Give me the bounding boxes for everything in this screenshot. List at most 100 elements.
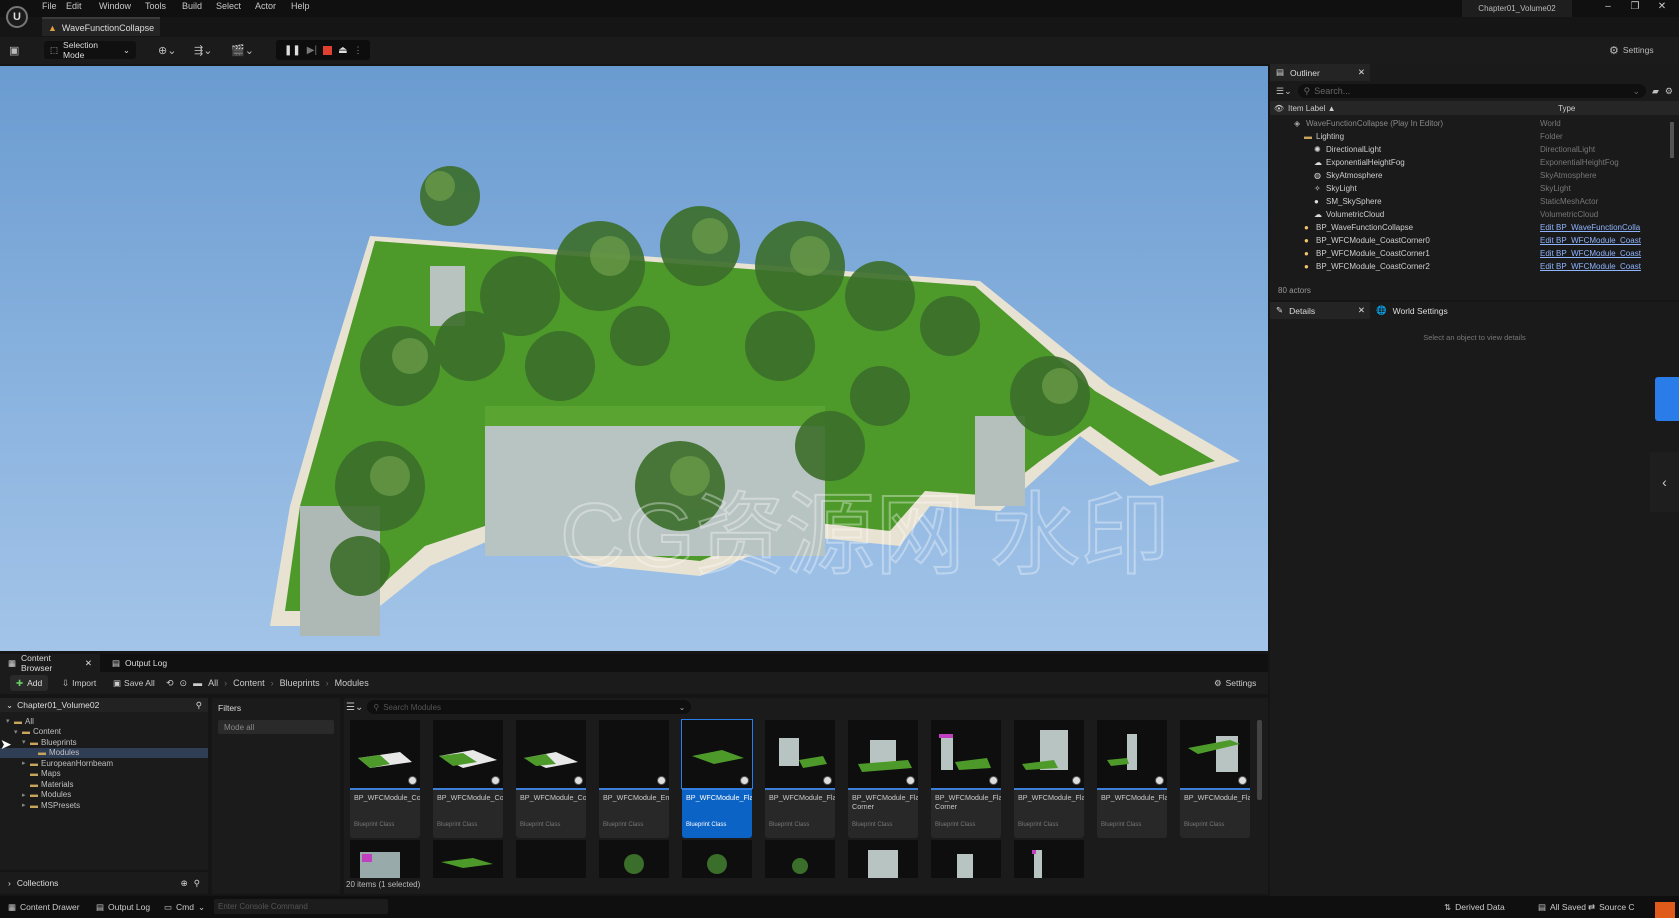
side-panel-tab[interactable]	[1655, 377, 1679, 421]
tree-root[interactable]: ⌄ Chapter01_Volume02 ⚲	[0, 698, 208, 712]
asset-card[interactable]	[1014, 840, 1084, 878]
asset-card[interactable]	[765, 840, 835, 878]
outliner-row[interactable]: ● BP_WaveFunctionCollapse Edit BP_WaveFunc…	[1270, 221, 1679, 234]
output-log-button[interactable]: ▤ Output Log	[92, 898, 154, 916]
tree-node[interactable]: ▸ ▬ EuropeanHornbeam	[0, 758, 208, 769]
asset-card[interactable]: BP_WFCModule_FlatToVertEdge Blueprint Cla…	[1014, 720, 1084, 838]
asset-card[interactable]	[682, 840, 752, 878]
menu-file[interactable]: File	[42, 1, 57, 11]
menu-build[interactable]: Build	[182, 1, 202, 11]
level-viewport[interactable]: CG资源网 水印	[0, 66, 1268, 651]
save-icon[interactable]: ▣	[9, 41, 19, 59]
tree-node[interactable]: ▾ ▬ Blueprints	[0, 737, 208, 748]
collections-header[interactable]: › Collections ⊕ ⚲	[0, 872, 208, 894]
step-icon[interactable]: ▶|	[307, 45, 317, 56]
save-all-button[interactable]: ▣ Save All	[113, 675, 155, 691]
cmd-dropdown[interactable]: ▭ Cmd ⌄	[160, 898, 209, 916]
details-tab[interactable]: ✎ Details ✕	[1270, 302, 1370, 319]
breadcrumb-modules[interactable]: Modules	[335, 678, 369, 688]
import-button[interactable]: ⇩ Import	[62, 675, 96, 691]
more-options-icon[interactable]: ⋮	[354, 45, 363, 56]
outliner-settings-icon[interactable]: ⚙	[1665, 86, 1673, 97]
asset-card[interactable]: BP_WFCModule_Empty Blueprint Class	[599, 720, 669, 838]
menu-actor[interactable]: Actor	[255, 1, 276, 11]
world-settings-tab[interactable]: 🌐 World Settings	[1370, 302, 1470, 319]
selection-mode-dropdown[interactable]: ⬚ Selection Mode ⌄	[44, 40, 136, 60]
asset-search-input[interactable]: ⚲ Search Modules ⌄	[367, 700, 692, 714]
asset-scrollbar[interactable]	[1257, 720, 1262, 800]
outliner-row[interactable]: ● SM_SkySphere StaticMeshActor	[1270, 195, 1679, 208]
pause-icon[interactable]: ❚❚	[284, 45, 301, 56]
visibility-icon[interactable]: 👁	[1270, 104, 1288, 113]
outliner-row[interactable]: ● BP_WFCModule_CoastCorner1 Edit BP_WFCMod…	[1270, 247, 1679, 260]
search-icon[interactable]: ⚲	[194, 878, 200, 889]
filter-icon[interactable]: ☰⌄	[1276, 86, 1292, 97]
outliner-row[interactable]: ☁ VolumetricCloud VolumetricCloud	[1270, 208, 1679, 221]
outliner-row-type[interactable]: Edit BP_WFCModule_Coast	[1540, 249, 1670, 258]
outliner-row[interactable]: ● BP_WFCModule_CoastCorner2 Edit BP_WFCMod…	[1270, 260, 1679, 273]
add-button[interactable]: ✚ Add	[10, 675, 49, 691]
tree-node[interactable]: ▾ ▬ Content	[0, 727, 208, 738]
chevron-right-icon[interactable]: ▸	[22, 791, 30, 799]
breadcrumb-blueprints[interactable]: Blueprints	[280, 678, 320, 688]
close-tab-icon[interactable]: ✕	[1358, 305, 1365, 316]
settings-button[interactable]: ⚙ Settings	[1609, 41, 1654, 59]
outliner-search-input[interactable]: ⚲ Search... ⌄	[1297, 84, 1646, 98]
unreal-logo-icon[interactable]: U	[6, 6, 28, 28]
outliner-row[interactable]: ◍ SkyAtmosphere SkyAtmosphere	[1270, 169, 1679, 182]
stop-icon[interactable]	[323, 45, 333, 55]
all-saved-button[interactable]: ▤ All Saved	[1534, 898, 1590, 916]
asset-card[interactable]	[516, 840, 586, 878]
tree-node[interactable]: ▬ Modules	[0, 747, 208, 758]
asset-card[interactable]	[599, 840, 669, 878]
asset-card[interactable]: BP_WFCModule_FlatToVertBot Blueprint Clas…	[765, 720, 835, 838]
asset-card[interactable]	[350, 840, 420, 878]
tree-node[interactable]: ▾ ▬ All	[0, 716, 208, 727]
content-browser-tab[interactable]: ▦ Content Browser ✕	[0, 653, 100, 673]
close-window-icon[interactable]: ✕	[1652, 1, 1672, 12]
output-log-tab[interactable]: ▤ Output Log	[104, 654, 175, 672]
tree-node[interactable]: ▸ ▬ Modules	[0, 790, 208, 801]
outliner-row[interactable]: ◈ WaveFunctionCollapse (Play In Editor) Wo…	[1270, 117, 1679, 130]
filter-item[interactable]: Mode all	[218, 720, 334, 734]
menu-select[interactable]: Select	[216, 1, 241, 11]
outliner-row[interactable]: ✺ DirectionalLight DirectionalLight	[1270, 143, 1679, 156]
close-tab-icon[interactable]: ✕	[1358, 67, 1365, 78]
eject-icon[interactable]: ⏏	[338, 45, 347, 56]
search-icon[interactable]: ⚲	[196, 700, 202, 711]
menu-edit[interactable]: Edit	[66, 1, 82, 11]
menu-window[interactable]: Window	[99, 1, 131, 11]
level-tab[interactable]: ▲ WaveFunctionCollapse	[42, 17, 160, 36]
outliner-row-type[interactable]: Edit BP_WFCModule_Coast	[1540, 236, 1670, 245]
asset-card[interactable]: BP_WFCModule_CoastCorner Blueprint Class	[350, 720, 420, 838]
chevron-down-icon[interactable]: ▾	[14, 728, 22, 736]
asset-card[interactable]: BP_WFCModule_CoastCornerInside Blueprint …	[433, 720, 503, 838]
content-drawer-button[interactable]: ▦ Content Drawer	[4, 898, 84, 916]
close-tab-icon[interactable]: ✕	[85, 658, 92, 669]
collapse-panel-icon[interactable]: ‹	[1650, 452, 1679, 512]
outliner-scrollbar[interactable]	[1670, 122, 1674, 158]
source-control-button[interactable]: ⇄ Source C	[1584, 898, 1639, 916]
breadcrumb-content[interactable]: Content	[233, 678, 265, 688]
outliner-row[interactable]: ▬ Lighting Folder	[1270, 130, 1679, 143]
asset-card[interactable]: BP_WFCModule_FlatToVertBot Corner Bluepri…	[848, 720, 918, 838]
asset-card[interactable]	[931, 840, 1001, 878]
add-collection-icon[interactable]: ⊕	[181, 878, 188, 889]
forward-icon[interactable]: ⊙	[180, 678, 188, 689]
minimize-icon[interactable]: –	[1598, 1, 1618, 12]
asset-card[interactable]	[433, 840, 503, 878]
col-type[interactable]: Type	[1558, 104, 1575, 113]
cinematics-icon[interactable]: 🎬⌄	[231, 41, 254, 59]
chevron-right-icon[interactable]: ▸	[22, 801, 30, 809]
asset-card[interactable]: BP_WFCModule_Flat Blueprint Class	[681, 719, 753, 838]
tree-node[interactable]: ▬ Materials	[0, 779, 208, 790]
asset-card[interactable]: BP_WFCModule_CoastFlat Blueprint Class	[516, 720, 586, 838]
outliner-row[interactable]: ● BP_WFCModule_CoastCorner0 Edit BP_WFCMod…	[1270, 234, 1679, 247]
cb-settings-button[interactable]: ⚙ Settings	[1214, 675, 1256, 691]
chevron-right-icon[interactable]: ▸	[22, 759, 30, 767]
outliner-row-type[interactable]: Edit BP_WaveFunctionColla	[1540, 223, 1670, 232]
blueprint-icon[interactable]: ⇶⌄	[194, 41, 212, 59]
menu-help[interactable]: Help	[291, 1, 310, 11]
asset-card[interactable]: BP_WFCModule_FlatToVertEdgeM Blueprint Cl…	[1097, 720, 1167, 838]
asset-card[interactable]: BP_WFCModule_FlatToVertBottom Corner Blue…	[931, 720, 1001, 838]
